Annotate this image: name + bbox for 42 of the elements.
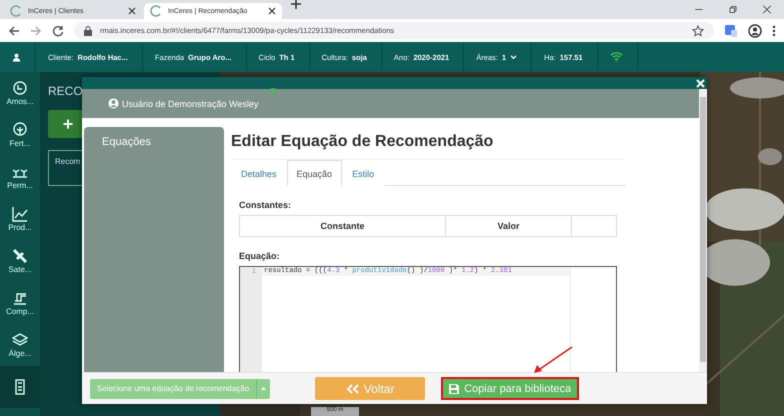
loading-icon: [10, 5, 22, 17]
sprout-icon: [12, 122, 28, 138]
pane-title: Equações: [102, 136, 151, 148]
chart-icon: [12, 206, 28, 222]
sidebar-item[interactable]: Álge...: [0, 324, 40, 366]
translate-icon[interactable]: [724, 24, 738, 38]
column-header: Valor: [446, 216, 572, 236]
scrollbar[interactable]: [699, 89, 707, 372]
wifi-icon: [610, 52, 623, 62]
star-icon[interactable]: [692, 24, 704, 36]
sidebar-item[interactable]: [0, 366, 40, 408]
sidebar-item[interactable]: Fert...: [0, 114, 40, 156]
user-icon: [108, 98, 119, 109]
panel-title: RECO: [48, 84, 84, 98]
chevron-down-icon[interactable]: [510, 54, 518, 60]
close-icon[interactable]: [128, 7, 136, 15]
profile-icon[interactable]: [748, 24, 762, 38]
save-icon: [449, 384, 460, 394]
layers-icon: [12, 332, 28, 348]
user-name: Usuário de Demonstração Wesley: [122, 98, 258, 108]
back-icon[interactable]: [8, 24, 20, 36]
sidebar-item[interactable]: Prod...: [0, 198, 40, 240]
equation-label: Equação:: [239, 251, 281, 261]
column-header: Constante: [240, 216, 446, 236]
tab[interactable]: Equação: [286, 160, 342, 186]
menu-icon[interactable]: [772, 24, 776, 36]
constants-label: Constantes:: [239, 200, 292, 210]
sidebar-item[interactable]: Sate...: [0, 240, 40, 282]
sidebar-item[interactable]: Amos...: [0, 72, 40, 114]
double-chevron-icon: [346, 384, 360, 394]
loading-icon: [150, 5, 162, 17]
wifi-icon: [268, 88, 278, 96]
lock-icon: [84, 26, 92, 36]
user-icon[interactable]: [12, 52, 21, 62]
sidebar-item[interactable]: Perm...: [0, 156, 40, 198]
reload-icon[interactable]: [52, 24, 64, 36]
satellite-icon: [12, 248, 28, 264]
dialog-title: Editar Equação de Recomendação: [231, 133, 494, 152]
annotation-arrow: [532, 345, 574, 375]
new-tab-icon[interactable]: [290, 0, 302, 10]
close-icon[interactable]: [268, 7, 276, 15]
sidebar-item[interactable]: Comp...: [0, 282, 40, 324]
